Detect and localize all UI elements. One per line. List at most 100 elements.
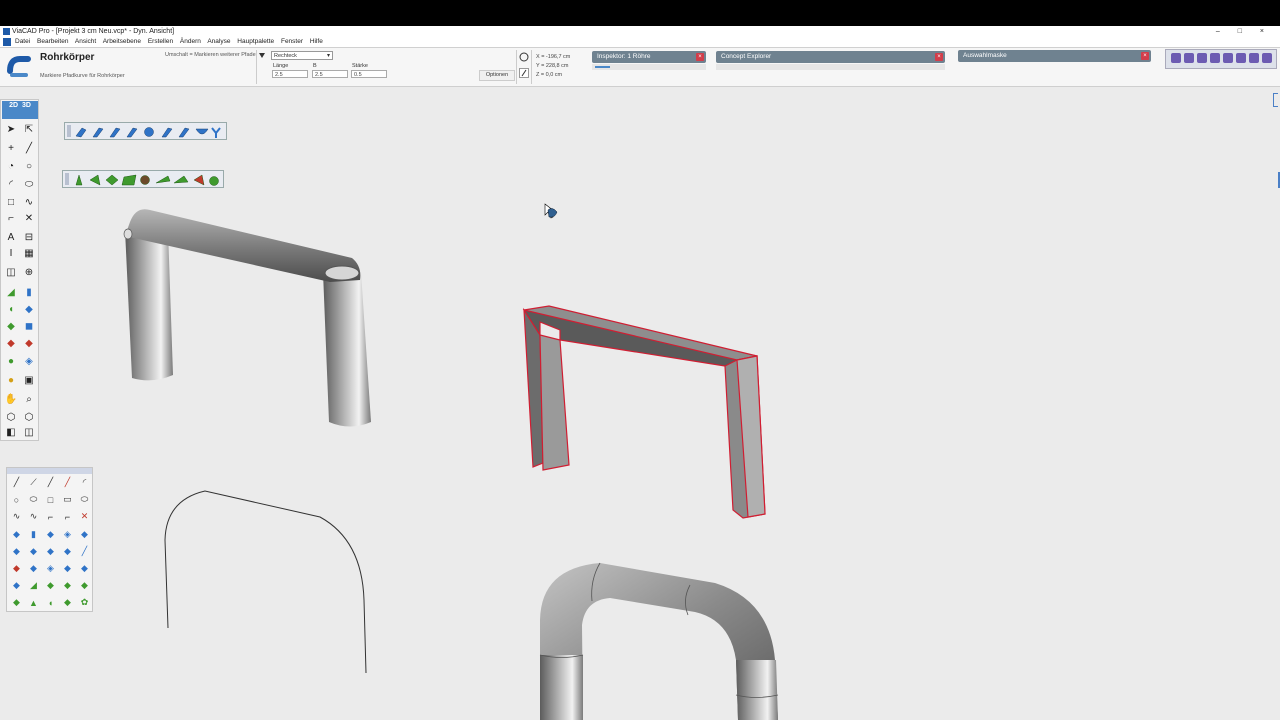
split-icon[interactable]: ◆ [78,562,91,575]
trim-icon[interactable]: ✕ [22,212,36,225]
profile-shape-select[interactable]: Rechteck [271,51,333,61]
path-curve[interactable] [164,490,367,674]
line-icon[interactable]: ╱ [10,476,23,489]
tube-frame-straight[interactable] [123,209,371,427]
hatch-icon[interactable]: ▦ [22,247,36,260]
b-input[interactable]: 2.5 [312,70,348,78]
offset-surface-icon[interactable]: ◆ [10,596,23,609]
circle-icon[interactable]: ○ [10,493,23,506]
fillet-icon[interactable]: ⌐ [44,510,57,523]
window-controls[interactable]: – □ × [1216,26,1272,37]
viewport-3d[interactable] [0,0,1280,720]
toolbar-grip[interactable] [65,173,69,185]
arc-icon[interactable]: ◔ [4,160,18,173]
trim-surface-icon[interactable]: ✿ [78,596,91,609]
length-input[interactable]: 2.5 [272,70,308,78]
box-icon[interactable]: ◼ [22,320,36,333]
fillet-icon[interactable]: ⌐ [4,212,18,225]
chamfer-icon[interactable]: ⌐ [61,510,74,523]
light-icon[interactable]: ● [4,374,18,387]
mode-3d[interactable]: 3D [22,102,31,109]
slot-icon[interactable]: ⬭ [78,493,91,506]
close-icon[interactable]: × [935,53,943,61]
slash-icon[interactable] [519,68,529,78]
view-cube-icon[interactable]: ⬡ [22,411,36,424]
cylinder-icon[interactable]: ▮ [22,286,36,299]
rectangle-icon[interactable]: □ [4,196,18,209]
extend-surface-icon[interactable]: ▲ [27,596,40,609]
sweep-icon[interactable]: ◆ [44,545,57,558]
menu-aendern[interactable]: Ändern [180,38,201,45]
select-arrow-icon[interactable]: ➤ [4,123,18,136]
tube-tools-icons[interactable] [74,125,224,139]
rectangular-frame-selected[interactable] [522,305,766,519]
render-icon[interactable]: ▣ [22,374,36,387]
palette-header[interactable] [7,468,92,474]
select-outline-arrow-icon[interactable]: ⇱ [22,123,36,136]
surface-icon[interactable]: ◢ [4,286,18,299]
revolve-surface-icon[interactable]: ◖ [44,596,57,609]
line-angle-icon[interactable]: ╱ [44,476,57,489]
menu-datei[interactable]: Datei [15,38,30,45]
concept-explorer-header[interactable]: Concept Explorer × [716,51,945,63]
filter-icon[interactable] [1236,53,1246,63]
blend-icon[interactable]: ◆ [10,579,23,592]
document-menu-icon[interactable] [3,38,11,46]
text-cursor-icon[interactable]: I [4,247,18,260]
revolve-icon[interactable]: ◆ [27,545,40,558]
circle-icon[interactable]: ○ [22,160,36,173]
toolbar-grip[interactable] [67,125,71,137]
curve-icon[interactable]: ∿ [27,510,40,523]
surface-tools-icons[interactable] [72,173,222,187]
thickness-input[interactable]: 0.5 [351,70,387,78]
selection-mask-header[interactable]: Auswahlmaske × [958,50,1151,62]
solid-icon[interactable]: ◆ [22,303,36,316]
snap-circle-icon[interactable] [519,52,529,62]
line-tangent-icon[interactable]: ╱ [61,476,74,489]
patch-icon[interactable]: ◆ [44,579,57,592]
shell-icon[interactable]: ◈ [44,562,57,575]
transform-icon[interactable]: ⊕ [22,266,36,279]
boolean-subtract-icon[interactable]: ◆ [10,562,23,575]
options-button[interactable]: Optionen [479,70,515,81]
filter-icon[interactable] [1171,53,1181,63]
ruled-surface-icon[interactable]: ◆ [61,579,74,592]
pan-hand-icon[interactable]: ✋ [4,393,18,406]
cylinder-icon[interactable]: ▮ [27,528,40,541]
arc-icon[interactable]: ◜ [78,476,91,489]
box-icon[interactable]: ◆ [10,528,23,541]
ellipse-icon[interactable]: ⬭ [22,178,36,191]
pipe-icon[interactable]: ◆ [78,528,91,541]
view-iso-icon[interactable]: ⬡ [4,411,18,424]
loft-icon[interactable]: ◖ [4,303,18,316]
square-icon[interactable]: □ [44,493,57,506]
menu-ansicht[interactable]: Ansicht [75,38,96,45]
filter-icon[interactable] [1197,53,1207,63]
draft-icon[interactable]: ◈ [22,355,36,368]
filter-icon[interactable] [1210,53,1220,63]
boolean-icon[interactable]: ◆ [22,337,36,350]
align-icon[interactable]: ◫ [4,266,18,279]
extrude-icon[interactable]: ◆ [10,545,23,558]
trim-icon[interactable]: ✕ [78,510,91,523]
menu-bearbeiten[interactable]: Bearbeiten [37,38,68,45]
ellipse-icon[interactable]: ⬭ [27,493,40,506]
spline-icon[interactable]: ∿ [22,196,36,209]
filter-icon[interactable] [1262,53,1272,63]
tube-icon[interactable]: ╱ [78,545,91,558]
polyline-icon[interactable]: ⟋ [27,476,40,489]
filter-icon[interactable] [1184,53,1194,63]
filter-icon[interactable] [1249,53,1259,63]
draft-icon[interactable]: ◆ [61,562,74,575]
arc-3pt-icon[interactable]: ◜ [4,178,18,191]
loft-icon[interactable]: ◆ [61,545,74,558]
torus-icon[interactable]: ◈ [61,528,74,541]
modify-icon[interactable]: ◆ [4,337,18,350]
close-icon[interactable]: × [696,53,704,61]
zoom-icon[interactable]: ⌕ [22,393,36,406]
menu-hauptpalette[interactable]: Hauptpalette [237,38,274,45]
close-icon[interactable]: × [1141,52,1149,60]
sweep-icon[interactable]: ◆ [4,320,18,333]
shell-icon[interactable]: ● [4,355,18,368]
spline-icon[interactable]: ∿ [10,510,23,523]
